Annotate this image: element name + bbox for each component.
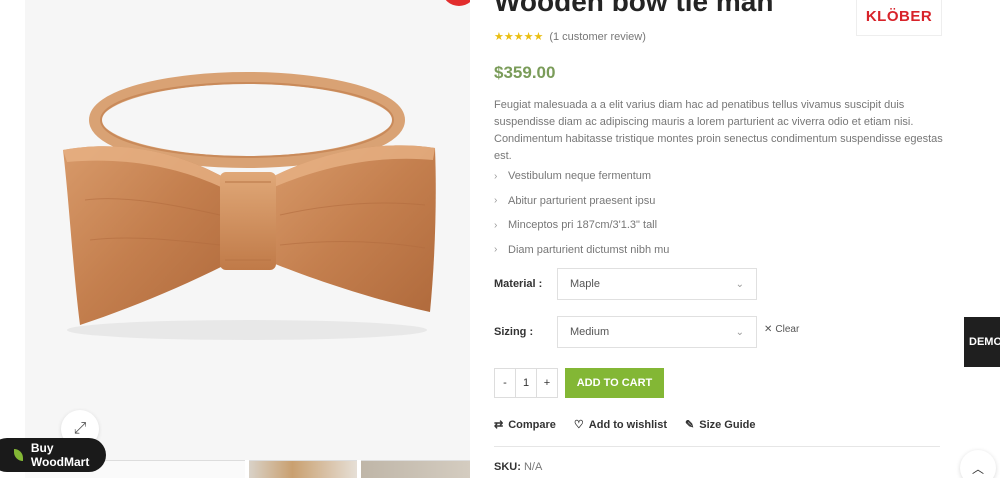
compare-label: Compare [508, 418, 556, 431]
list-item: › Abitur parturient praesent ipsu [494, 194, 656, 207]
chevron-down-icon: ⌄ [735, 326, 744, 338]
product-actions: ⇄ Compare ♡ Add to wishlist ✎ Size Guide [494, 418, 756, 432]
divider [494, 446, 940, 447]
quantity-input[interactable]: 1 [515, 369, 537, 397]
product-image [25, 0, 470, 460]
sizing-label: Sizing : [494, 326, 534, 338]
list-item: › Minceptos pri 187cm/3'1.3" tall [494, 219, 658, 232]
chevron-right-icon: › [494, 244, 498, 256]
brand-logo-text: KLÖBER [865, 7, 933, 25]
pencil-ruler-icon: ✎ [685, 419, 695, 431]
close-icon: ✕ [764, 324, 773, 335]
quantity-plus-button[interactable]: + [537, 369, 557, 397]
product-price: $359.00 [494, 63, 556, 82]
material-label: Material : [494, 278, 543, 290]
sizing-select[interactable]: Medium ⌄ [557, 316, 757, 348]
clear-variations-link[interactable]: ✕ Clear [764, 324, 799, 335]
size-guide-button[interactable]: ✎ Size Guide [685, 418, 756, 432]
chevron-right-icon: › [494, 170, 498, 182]
product-title: Wooden bow tie man [494, 0, 774, 17]
sku-value: N/A [523, 461, 543, 473]
wishlist-button[interactable]: ♡ Add to wishlist [573, 418, 668, 432]
demo-tab[interactable]: DEMO [964, 317, 1000, 367]
quantity-stepper[interactable]: - 1 + [494, 368, 558, 398]
thumbnail-3[interactable] [361, 460, 470, 478]
review-link[interactable]: (1 customer review) [549, 31, 646, 43]
product-sku: SKU: N/A [494, 461, 542, 473]
chevron-right-icon: › [494, 219, 498, 231]
list-item: › Diam parturient dictumst nibh mu [494, 243, 670, 256]
wishlist-label: Add to wishlist [588, 418, 668, 431]
material-select-value: Maple [570, 278, 600, 290]
material-select[interactable]: Maple ⌄ [557, 268, 757, 300]
sizing-select-value: Medium [570, 326, 610, 338]
buy-woodmart-button[interactable]: Buy WoodMart [0, 438, 106, 472]
feature-list: › Vestibulum neque fermentum › Abitur part… [494, 164, 669, 262]
chevron-up-icon: ︿ [971, 461, 984, 476]
compare-button[interactable]: ⇄ Compare [494, 418, 556, 432]
add-to-cart-button[interactable]: ADD TO CART [565, 368, 664, 398]
leaf-icon [14, 449, 23, 461]
brand-logo[interactable]: KLÖBER [856, 0, 942, 36]
buy-woodmart-label: Buy WoodMart [30, 441, 90, 469]
thumbnail-2[interactable] [249, 460, 357, 478]
product-description: Feugiat malesuada a a elit varius diam h… [494, 99, 943, 162]
quantity-minus-button[interactable]: - [495, 369, 515, 397]
sku-label: SKU: [494, 461, 521, 473]
clear-label: Clear [775, 324, 800, 335]
product-rating: ★★★★★ (1 customer review) [494, 30, 646, 44]
heart-icon: ♡ [573, 419, 584, 431]
chevron-right-icon: › [494, 195, 498, 207]
compare-arrows-icon: ⇄ [494, 419, 504, 431]
star-rating-icon: ★★★★★ [494, 31, 544, 43]
size-guide-label: Size Guide [699, 418, 756, 431]
product-gallery[interactable]: ⤢ [25, 0, 470, 460]
list-item: › Vestibulum neque fermentum [494, 170, 652, 183]
scroll-to-top-button[interactable]: ︿ [960, 450, 996, 478]
chevron-down-icon: ⌄ [735, 278, 744, 290]
